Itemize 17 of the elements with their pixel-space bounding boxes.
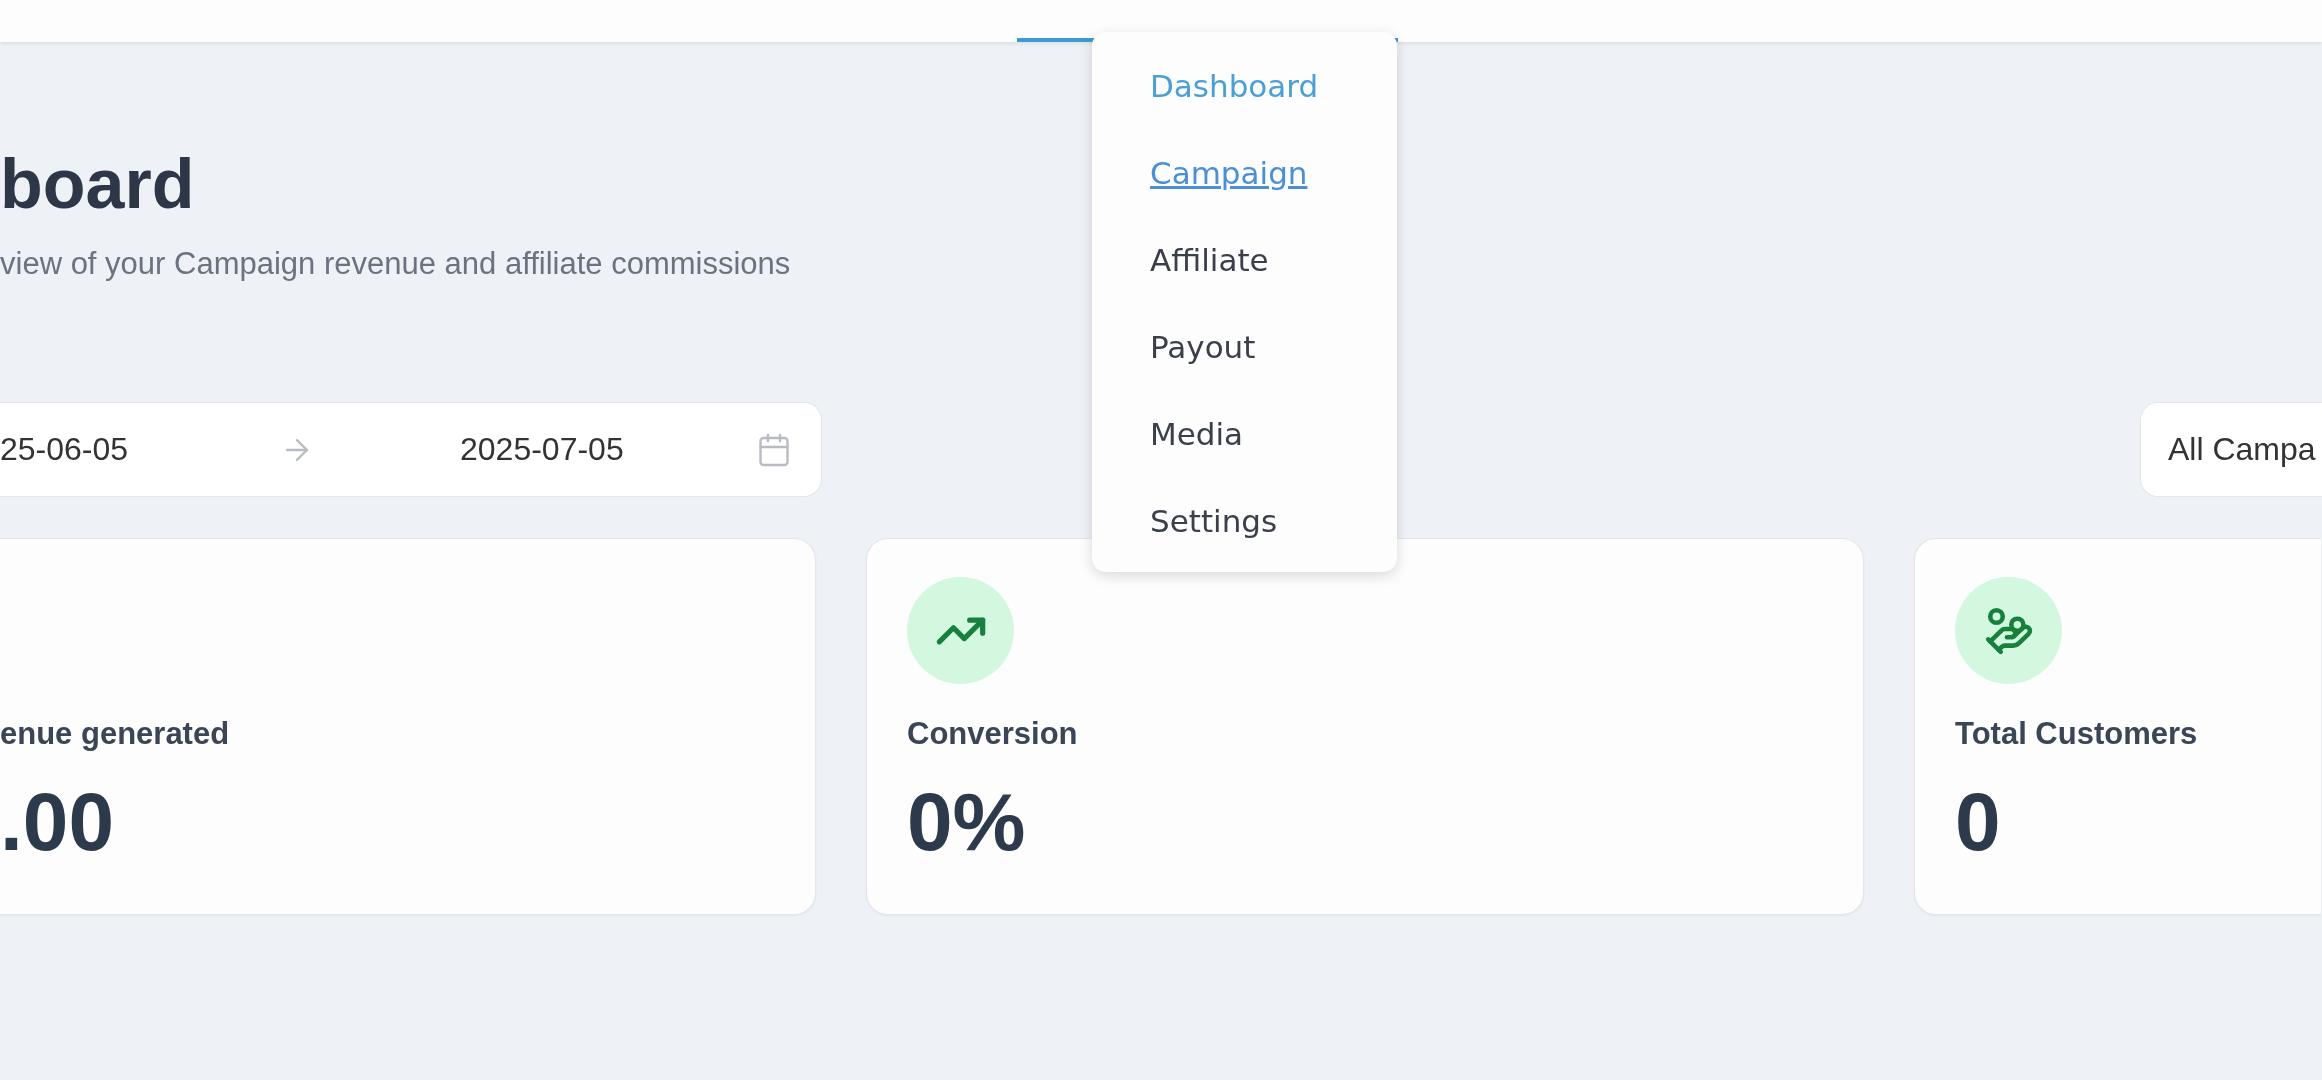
menu-item[interactable]: Affiliate	[1150, 216, 1269, 303]
menu-item[interactable]: Payout	[1150, 303, 1256, 390]
stat-value: 0	[1955, 775, 2002, 869]
stat-label: enue generated	[0, 715, 231, 753]
calendar-icon	[756, 431, 792, 468]
stat-label: Total Customers	[1955, 715, 2199, 753]
stat-value: 0%	[907, 775, 1027, 869]
start-date: 25-06-05	[0, 431, 130, 468]
campaign-select[interactable]: All Campa	[2140, 402, 2322, 497]
stat-label: Conversion	[907, 715, 1079, 753]
page-title: board	[0, 144, 195, 225]
menu-item[interactable]: Media	[1150, 390, 1244, 477]
menu-item[interactable]: Settings	[1150, 477, 1278, 564]
end-date: 2025-07-05	[460, 431, 625, 468]
page-subtitle: view of your Campaign revenue and affiliate commissions	[0, 245, 791, 283]
stat-value: .00	[0, 775, 115, 869]
date-range-field[interactable]: 25-06-05 2025-07-05	[0, 402, 822, 497]
